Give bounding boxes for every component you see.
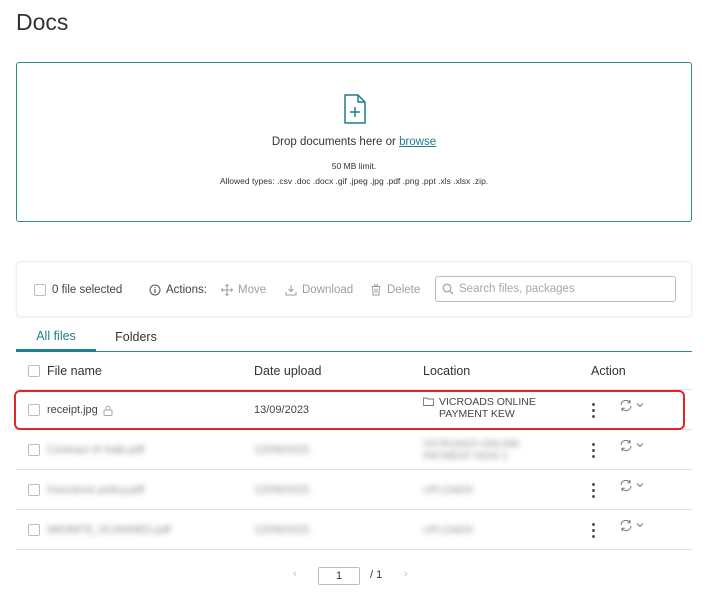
chevron-down-icon — [636, 523, 644, 528]
table-row[interactable]: Contract of Sale.pdf 12/09/2023 VICROADS… — [16, 430, 692, 470]
file-name[interactable]: IMG8876_SCANNED.pdf — [47, 524, 171, 536]
date-upload-cell: 12/09/2023 — [254, 484, 310, 496]
sync-dropdown[interactable] — [619, 465, 644, 505]
file-name-cell[interactable]: Insurance policy.pdf — [47, 470, 144, 510]
sync-dropdown[interactable] — [619, 385, 644, 425]
file-add-icon — [344, 94, 366, 124]
location-line: Uploads — [423, 484, 474, 496]
location-cell[interactable]: Uploads — [423, 510, 473, 550]
table-row[interactable]: Insurance policy.pdf 12/09/2023 Uploads — [16, 470, 692, 510]
trash-icon — [370, 284, 382, 296]
sync-icon — [620, 479, 632, 491]
actions-label-group: Actions: — [149, 262, 207, 318]
table-row[interactable]: IMG8876_SCANNED.pdf 12/09/2023 Uploads — [16, 510, 692, 550]
download-button[interactable]: Download — [285, 262, 353, 318]
file-name-cell[interactable]: IMG8876_SCANNED.pdf — [47, 510, 171, 550]
date-upload-cell: 13/09/2023 — [254, 404, 310, 416]
move-icon — [221, 284, 233, 296]
download-label: Download — [302, 284, 354, 296]
row-checkbox[interactable] — [28, 404, 40, 416]
next-page-icon[interactable]: › — [404, 568, 408, 580]
location-cell[interactable]: Uploads — [423, 470, 473, 510]
lock-icon — [103, 405, 113, 416]
file-name[interactable]: receipt.jpg — [47, 404, 98, 416]
chevron-down-icon — [636, 403, 644, 408]
file-name[interactable]: Insurance policy.pdf — [47, 484, 144, 496]
browse-link[interactable]: browse — [399, 136, 436, 148]
select-all[interactable]: 0 file selected — [34, 262, 122, 318]
chevron-down-icon — [636, 483, 644, 488]
files-table: File name Date upload Location Action re… — [16, 352, 692, 550]
allowed-types-text: Allowed types: .csv .doc .docx .gif .jpe… — [219, 176, 489, 186]
search-input[interactable] — [459, 283, 659, 295]
chevron-down-icon — [636, 443, 644, 448]
tab-folders[interactable]: Folders — [102, 322, 170, 352]
date-upload-cell: 12/09/2023 — [254, 444, 310, 456]
file-tabs: All files Folders — [16, 322, 692, 352]
pagination: ‹ / 1 › — [0, 566, 709, 586]
size-limit-text: 50 MB limit. — [331, 161, 377, 171]
search-icon — [442, 283, 454, 295]
info-icon — [149, 284, 161, 296]
kebab-menu-icon[interactable] — [591, 430, 595, 470]
upload-dropzone[interactable]: Drop documents here or browse 50 MB limi… — [16, 62, 692, 222]
file-toolbar: 0 file selected Actions: Move Download D… — [16, 261, 692, 317]
date-upload-cell: 12/09/2023 — [254, 524, 310, 536]
sync-icon — [620, 439, 632, 451]
folder-icon — [423, 397, 434, 406]
table-header: File name Date upload Location Action — [16, 352, 692, 390]
page-total: / 1 — [370, 569, 383, 581]
table-row[interactable]: receipt.jpg 13/09/2023 VICROADS ONLINE P… — [16, 390, 692, 430]
row-checkbox[interactable] — [28, 484, 40, 496]
location-line: PAYMENT KEW 2 — [423, 450, 508, 462]
prev-page-icon[interactable]: ‹ — [293, 568, 297, 580]
location-line: VICROADS ONLINE — [439, 396, 536, 408]
delete-label: Delete — [387, 284, 421, 296]
file-name-cell[interactable]: receipt.jpg — [47, 390, 113, 430]
move-label: Move — [238, 284, 267, 296]
location-line: PAYMENT KEW — [439, 408, 515, 420]
tab-all-files[interactable]: All files — [16, 322, 96, 352]
select-all-checkbox[interactable] — [34, 284, 46, 296]
sync-icon — [620, 519, 632, 531]
selected-count: 0 file selected — [52, 284, 123, 296]
search-box[interactable] — [435, 276, 676, 302]
sync-icon — [620, 399, 632, 411]
delete-button[interactable]: Delete — [370, 262, 420, 318]
location-line: Uploads — [423, 524, 474, 536]
column-header-date-upload[interactable]: Date upload — [254, 352, 321, 390]
location-cell[interactable]: VICROADS ONLINE PAYMENT KEW 2 — [423, 430, 520, 470]
kebab-menu-icon[interactable] — [591, 470, 595, 510]
column-header-location[interactable]: Location — [423, 352, 470, 390]
page-number-input[interactable] — [318, 567, 360, 585]
location-line: VICROADS ONLINE — [423, 438, 520, 450]
row-checkbox[interactable] — [28, 524, 40, 536]
sync-dropdown[interactable] — [619, 425, 644, 465]
header-checkbox[interactable] — [28, 365, 40, 377]
column-header-file-name[interactable]: File name — [47, 352, 102, 390]
location-cell[interactable]: VICROADS ONLINE PAYMENT KEW — [423, 390, 536, 430]
kebab-menu-icon[interactable] — [591, 510, 595, 550]
file-name[interactable]: Contract of Sale.pdf — [47, 444, 144, 456]
page-title: Docs — [16, 9, 69, 35]
kebab-menu-icon[interactable] — [591, 390, 595, 430]
row-checkbox[interactable] — [28, 444, 40, 456]
actions-label: Actions: — [166, 284, 207, 296]
dropzone-instructions: Drop documents here or browse — [17, 136, 691, 148]
move-button[interactable]: Move — [221, 262, 266, 318]
download-icon — [285, 284, 297, 296]
dropzone-text: Drop documents here or — [271, 136, 400, 148]
sync-dropdown[interactable] — [619, 505, 644, 545]
file-name-cell[interactable]: Contract of Sale.pdf — [47, 430, 144, 470]
